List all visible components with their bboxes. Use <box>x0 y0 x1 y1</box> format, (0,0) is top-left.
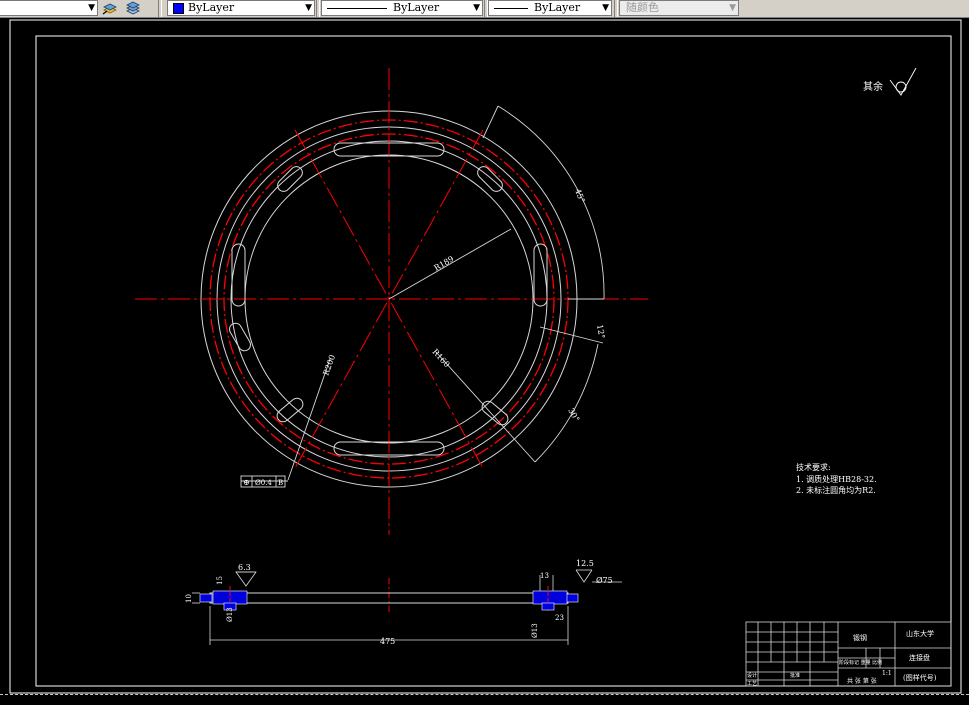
dimension-lines <box>241 105 605 482</box>
process: 工艺 <box>747 681 757 687</box>
section-rough-left: 6.3 <box>238 563 251 572</box>
technical-requirements: 技术要求: 1. 调质处理HB28-32. 2. 未标注圆角均为R2. <box>796 462 877 495</box>
color-dropdown[interactable]: ByLayer ▼ <box>167 0 315 16</box>
gdt-value: Ø0.4 <box>255 479 272 487</box>
section-dim-ring-r: 13 <box>540 572 549 580</box>
flange-section-view: 475 6.3 12.5 Ø75 10 15 13 23 Ø13 Ø13 <box>185 559 622 646</box>
angle-12-dim: 12° <box>595 324 606 340</box>
section-dim-ring: 15 <box>216 576 224 585</box>
part-name: 连接盘 <box>909 653 930 662</box>
section-dim-right: Ø75 <box>596 576 613 585</box>
layer-dropdown-arrow[interactable]: ▼ <box>88 1 95 15</box>
color-value: ByLayer <box>188 1 235 14</box>
properties-toolbar: ▼ ByLayer ▼ ByLayer ▼ ByLayer ▼ 随颜色 ▼ <box>0 0 969 18</box>
overall-width-dim: 475 <box>380 637 395 646</box>
section-dim-left-h: 10 <box>185 594 193 603</box>
angle-45-dim: 45° <box>573 188 586 204</box>
toolbar-separator <box>316 0 320 17</box>
plotstyle-dropdown-arrow[interactable]: ▼ <box>729 1 736 15</box>
tech-req-1: 1. 调质处理HB28-32. <box>796 474 877 484</box>
viewport-edge <box>0 694 969 695</box>
tech-req-2: 2. 未标注圆角均为R2. <box>796 485 876 495</box>
roughness-note: 其余 <box>863 67 917 96</box>
section-dim-phi: Ø13 <box>226 607 234 622</box>
lineweight-sample <box>494 7 528 9</box>
color-swatch <box>173 2 184 14</box>
section-dim-small-r: 23 <box>555 614 564 622</box>
toolbar-separator <box>158 0 162 17</box>
scale: 1:1 <box>882 670 892 677</box>
angle-30-dim: 30° <box>566 407 581 424</box>
drawing-number: (图样代号) <box>903 673 937 682</box>
section-dim-phi-r: Ø13 <box>531 623 539 638</box>
lineweight-dropdown[interactable]: ByLayer ▼ <box>488 0 612 16</box>
material: 锻钢 <box>853 633 867 642</box>
gdt-symbol: ⊕ <box>243 478 250 487</box>
color-dropdown-arrow[interactable]: ▼ <box>305 1 312 15</box>
small-radius-dim: R200 <box>321 354 337 377</box>
linetype-dropdown[interactable]: ByLayer ▼ <box>321 0 483 16</box>
linetype-sample <box>327 7 387 9</box>
designer: 设计 <box>747 672 757 679</box>
drawing-border <box>9 19 962 694</box>
approve: 批准 <box>790 672 800 679</box>
layer-dropdown[interactable]: ▼ <box>0 0 98 16</box>
gdt-datum: B <box>278 479 283 487</box>
linetype-value: ByLayer <box>393 1 440 14</box>
section-rough-right: 12.5 <box>576 559 594 568</box>
linetype-dropdown-arrow[interactable]: ▼ <box>473 1 480 15</box>
radius-dim: R189 <box>433 254 456 272</box>
roughness-label: 其余 <box>863 80 883 93</box>
plotstyle-value: 随颜色 <box>626 1 659 14</box>
lineweight-dropdown-arrow[interactable]: ▼ <box>602 1 609 15</box>
gdt-frame: ⊕ Ø0.4 B <box>240 475 286 488</box>
lineweight-value: ByLayer <box>534 1 581 14</box>
chord-dim: R160 <box>431 347 452 369</box>
school-name: 山东大学 <box>906 629 934 638</box>
plotstyle-dropdown[interactable]: 随颜色 ▼ <box>619 0 739 16</box>
layer-states-icon[interactable] <box>125 0 141 15</box>
sheet-count: 共 张 第 张 <box>847 677 877 685</box>
flange-plan-view: 45° R189 R160 R200 12° 30° ⊕ Ø0.4 B <box>135 68 648 535</box>
tech-req-title: 技术要求: <box>796 462 831 472</box>
stage-weight-scale: 阶段标记 重量 比例 <box>839 659 882 666</box>
cad-drawing-canvas[interactable]: 其余 45° R189 R160 R200 12° 30° ⊕ Ø0.4 B 技… <box>0 17 969 705</box>
toolbar-separator <box>614 0 618 17</box>
layer-previous-icon[interactable] <box>102 0 118 15</box>
